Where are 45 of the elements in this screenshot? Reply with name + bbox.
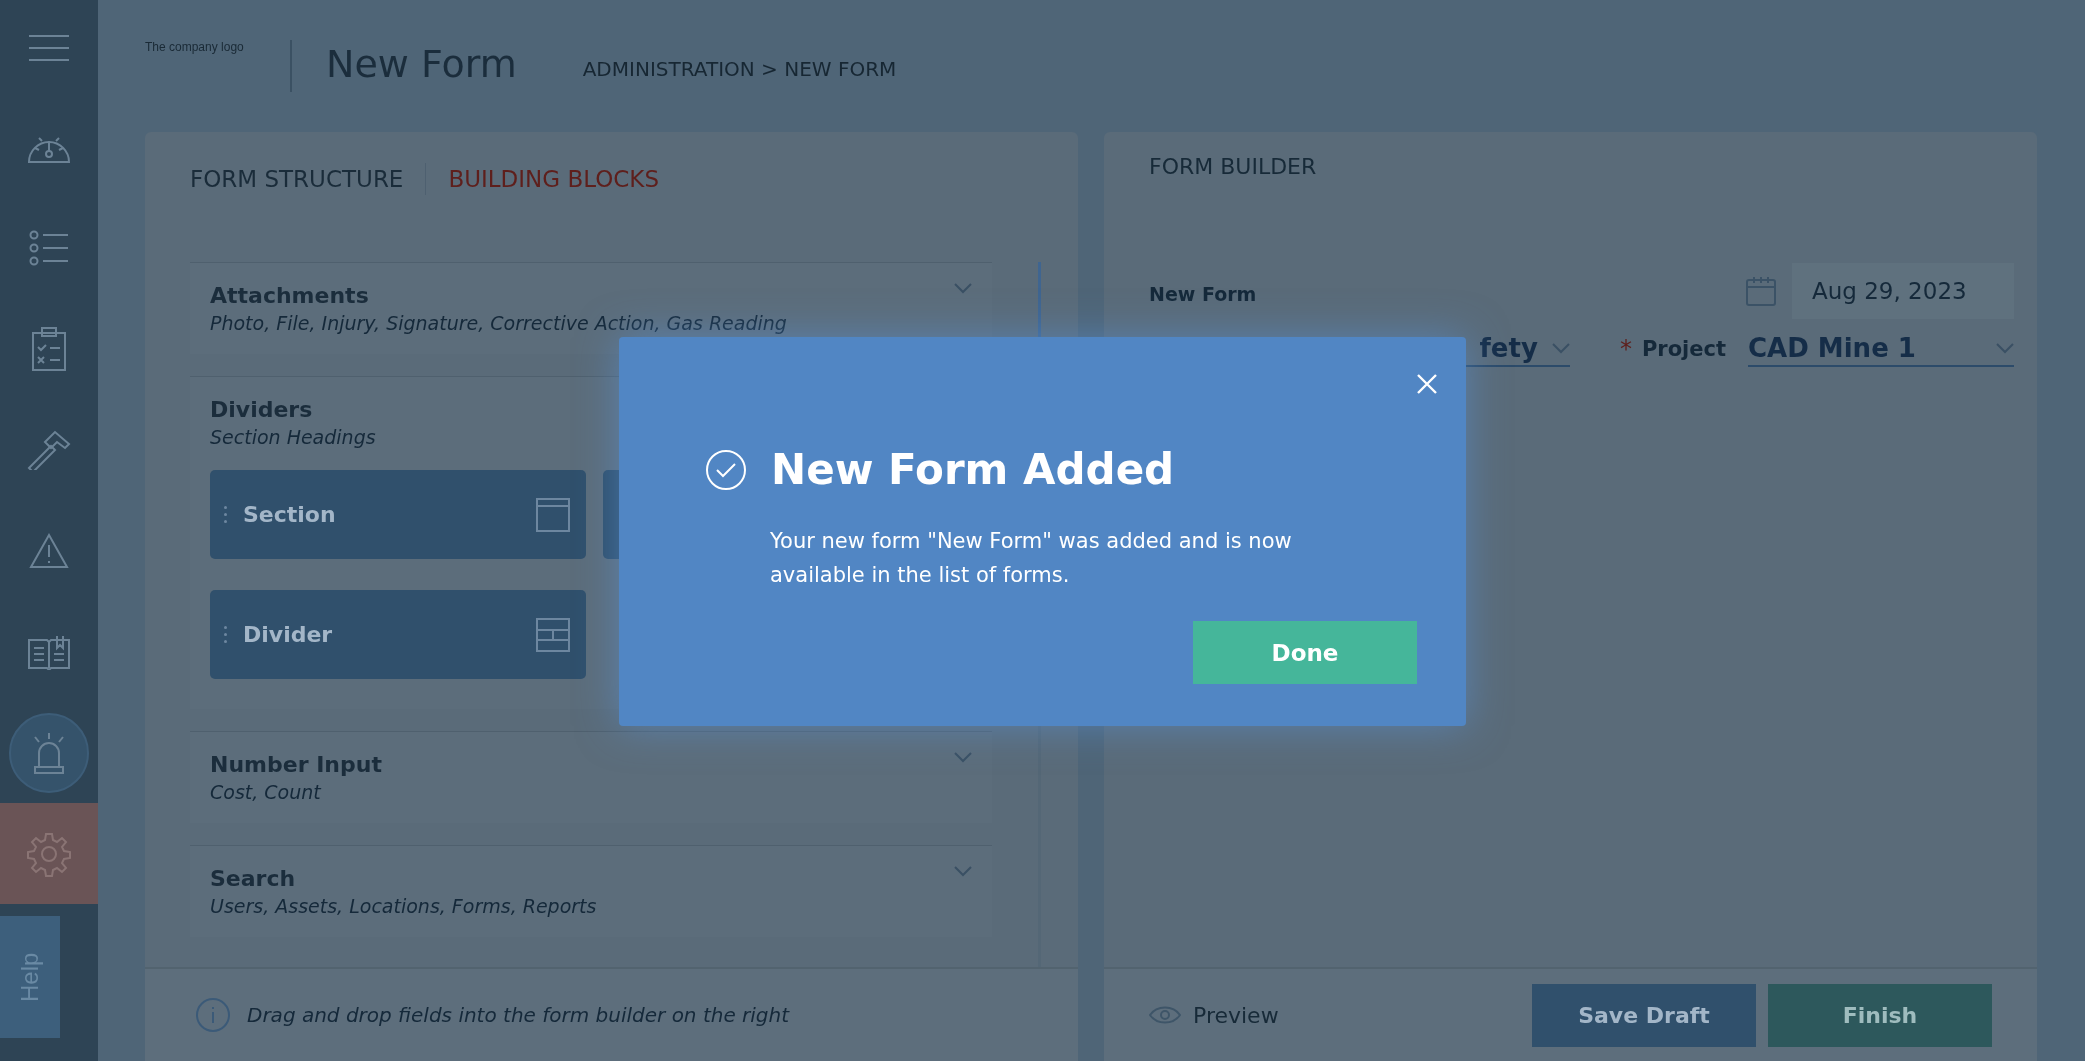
clipboard-icon[interactable] <box>31 326 67 371</box>
page-title: New Form <box>326 42 517 86</box>
done-button[interactable]: Done <box>1193 621 1417 684</box>
book-icon[interactable] <box>27 633 71 670</box>
section-block[interactable]: Section <box>210 470 586 559</box>
info-icon <box>195 997 231 1033</box>
group-subtitle: Section Headings <box>210 426 377 450</box>
save-draft-button[interactable]: Save Draft <box>1532 983 1756 1047</box>
check-circle-icon <box>705 448 747 491</box>
panel-title: FORM BUILDER <box>1148 153 1318 181</box>
group-title: Attachments <box>210 283 369 308</box>
chevron-icon[interactable] <box>954 752 972 763</box>
tab[interactable]: FORM STRUCTURE <box>190 166 404 192</box>
close-icon[interactable] <box>1416 373 1438 395</box>
gear-icon[interactable] <box>26 830 72 877</box>
calendar-icon[interactable] <box>1746 276 1776 306</box>
group-subtitle: Photo, File, Injury, Signature, Corrective Action, Gas Reading <box>210 312 788 336</box>
chevron-icon[interactable] <box>954 283 972 294</box>
warning-icon[interactable] <box>29 532 69 569</box>
breadcrumb: ADMINISTRATION > NEW FORM <box>582 57 897 81</box>
sidebar-item-selected[interactable] <box>0 803 98 904</box>
form-name: New Form <box>1149 283 1257 305</box>
required-mark: * <box>1619 335 1632 363</box>
menu-icon[interactable] <box>27 34 71 62</box>
group-title: Dividers <box>210 397 313 422</box>
project-label: Project <box>1641 337 1726 361</box>
group-subtitle: Users, Assets, Locations, Forms, Reports <box>210 895 598 919</box>
date-field[interactable]: Aug 29, 2023 <box>1792 263 2014 319</box>
tab[interactable]: BUILDING BLOCKS <box>448 166 660 192</box>
finish-button[interactable]: Finish <box>1768 983 1992 1047</box>
chevron-icon[interactable] <box>954 866 972 877</box>
preview-button[interactable]: Preview <box>1149 1002 1279 1028</box>
eye-icon <box>1149 1005 1181 1025</box>
group-title: Search <box>210 866 296 891</box>
group-title: Number Input <box>210 752 382 777</box>
caret-icon[interactable] <box>1551 342 1570 354</box>
logo-alt-text: The company logo <box>145 40 245 54</box>
hint-text: Drag and drop fields into the form builder on the right <box>247 1003 790 1027</box>
divider-block[interactable]: Divider <box>210 590 586 679</box>
group-subtitle: Cost, Count <box>210 781 323 805</box>
project-dropdown[interactable]: CAD Mine 1 <box>1748 333 2014 367</box>
list-icon[interactable] <box>29 229 69 266</box>
section-icon <box>536 497 570 532</box>
caret-icon[interactable] <box>1996 342 2014 354</box>
hammer-icon[interactable] <box>27 429 71 470</box>
